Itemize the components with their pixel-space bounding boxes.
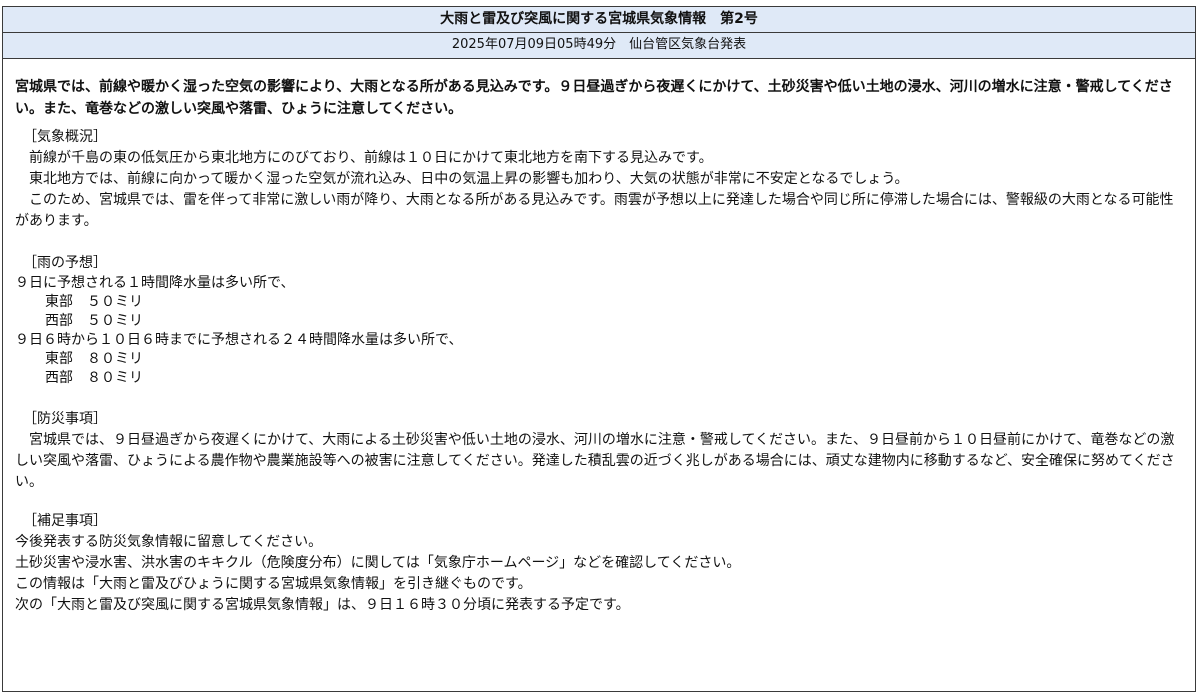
headline: 宮城県では、前線や暖かく湿った空気の影響により、大雨となる所がある見込みです。９… (15, 79, 1173, 117)
rain-hourly-row: 東部 ５０ミリ (15, 293, 1183, 312)
rain-amount: ５０ミリ (87, 294, 143, 310)
issued-line: 2025年07月09日05時49分 仙台管区気象台発表 (3, 33, 1195, 59)
rain-hourly-row: 西部 ５０ミリ (15, 312, 1183, 331)
disaster-text: 宮城県では、９日昼過ぎから夜遅くにかけて、大雨による土砂災害や低い土地の浸水、河… (15, 432, 1175, 490)
rain-region-name: 西部 (45, 313, 73, 329)
overview-paragraph: 前線が千島の東の低気圧から東北地方にのびており、前線は１０日にかけて東北地方を南… (29, 150, 713, 166)
rain-daily-row: 東部 ８０ミリ (15, 350, 1183, 369)
supplement-line: この情報は「大雨と雷及びひょうに関する宮城県気象情報」を引き継ぐものです。 (15, 576, 532, 592)
rain-amount: ８０ミリ (87, 370, 143, 386)
rain-amount: ５０ミリ (87, 313, 143, 329)
rain-daily-row: 西部 ８０ミリ (15, 369, 1183, 388)
supplement-line: 今後発表する防災気象情報に留意してください。 (15, 534, 323, 550)
overview-paragraph: 東北地方では、前線に向かって暖かく湿った空気が流れ込み、日中の気温上昇の影響も加… (29, 171, 909, 187)
bulletin-title: 大雨と雷及び突風に関する宮城県気象情報 第2号 (3, 7, 1195, 33)
bulletin-body: 宮城県では、前線や暖かく湿った空気の影響により、大雨となる所がある見込みです。９… (3, 59, 1195, 616)
section-title-supplement: ［補足事項］ (23, 513, 107, 529)
rain-region-name: 東部 (45, 294, 73, 310)
rain-amount: ８０ミリ (87, 351, 143, 367)
bulletin-frame: 大雨と雷及び突風に関する宮城県気象情報 第2号 2025年07月09日05時49… (2, 6, 1196, 692)
rain-hourly-intro: ９日に予想される１時間降水量は多い所で、 (15, 275, 295, 291)
section-title-rain: ［雨の予想］ (23, 255, 107, 271)
overview-paragraph: このため、宮城県では、雷を伴って非常に激しい雨が降り、大雨となる所がある見込みで… (15, 192, 1174, 229)
section-title-overview: ［気象概況］ (23, 129, 107, 145)
rain-region-name: 東部 (45, 351, 73, 367)
supplement-line: 次の「大雨と雷及び突風に関する宮城県気象情報」は、９日１６時３０分頃に発表する予… (15, 597, 630, 613)
rain-daily-intro: ９日６時から１０日６時までに予想される２４時間降水量は多い所で、 (15, 332, 463, 348)
section-title-disaster: ［防災事項］ (23, 411, 107, 427)
supplement-line: 土砂災害や浸水害、洪水害のキキクル（危険度分布）に関しては「気象庁ホームページ」… (15, 555, 741, 571)
rain-region-name: 西部 (45, 370, 73, 386)
